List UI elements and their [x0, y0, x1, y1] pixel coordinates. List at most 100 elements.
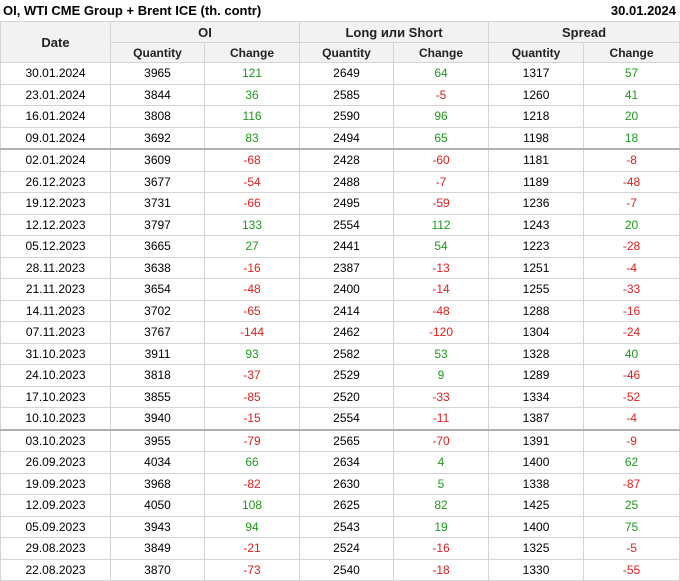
oi-change-cell: 83	[203, 126, 301, 150]
spread-quantity-cell: 1288	[488, 299, 585, 322]
long-short-change-cell: -59	[393, 192, 490, 215]
table-row: 10.10.2023 3940 -15 2554 -11 1387 -4	[0, 407, 680, 430]
spread-quantity-cell: 1330	[488, 558, 585, 581]
oi-quantity-cell: 3665	[110, 235, 205, 258]
oi-change-cell: 93	[203, 342, 301, 365]
table-row: 17.10.2023 3855 -85 2520 -33 1334 -52	[0, 385, 680, 408]
spread-quantity-cell: 1223	[488, 235, 585, 258]
spread-quantity-cell: 1325	[488, 537, 585, 560]
oi-quantity-cell: 3638	[110, 256, 205, 279]
table-row: 26.12.2023 3677 -54 2488 -7 1189 -48	[0, 170, 680, 193]
long-short-quantity-cell: 2630	[299, 472, 395, 495]
spread-quantity-cell: 1317	[488, 62, 585, 85]
date-cell: 14.11.2023	[0, 299, 111, 322]
table-row: 16.01.2024 3808 116 2590 96 1218 20	[0, 105, 680, 128]
date-cell: 10.10.2023	[0, 407, 111, 430]
table-row: 09.01.2024 3692 83 2494 65 1198 18	[0, 126, 680, 150]
table-row: 26.09.2023 4034 66 2634 4 1400 62	[0, 451, 680, 474]
spread-change-cell: -24	[583, 321, 680, 344]
spread-change-cell: 20	[583, 213, 680, 236]
oi-change-cell: 133	[203, 213, 301, 236]
oi-change-cell: -79	[203, 428, 301, 452]
long-short-quantity-cell: 2590	[299, 105, 395, 128]
long-short-change-cell: -18	[393, 558, 490, 581]
oi-change-cell: -37	[203, 364, 301, 387]
oi-quantity-cell: 3818	[110, 364, 205, 387]
long-short-quantity-header: Quantity	[299, 42, 395, 63]
table-row: 28.11.2023 3638 -16 2387 -13 1251 -4	[0, 256, 680, 279]
date-cell: 12.12.2023	[0, 213, 111, 236]
oi-quantity-cell: 3844	[110, 83, 205, 106]
oi-quantity-cell: 3654	[110, 278, 205, 301]
spread-quantity-cell: 1255	[488, 278, 585, 301]
oi-quantity-cell: 3797	[110, 213, 205, 236]
date-cell: 05.09.2023	[0, 515, 111, 538]
oi-change-cell: -82	[203, 472, 301, 495]
long-short-quantity-cell: 2524	[299, 537, 395, 560]
long-short-change-cell: 9	[393, 364, 490, 387]
long-short-quantity-cell: 2625	[299, 494, 395, 517]
oi-quantity-cell: 3677	[110, 170, 205, 193]
date-cell: 16.01.2024	[0, 105, 111, 128]
spread-quantity-cell: 1189	[488, 170, 585, 193]
spread-change-cell: -48	[583, 170, 680, 193]
oi-quantity-cell: 4034	[110, 451, 205, 474]
spread-change-cell: -33	[583, 278, 680, 301]
date-header: Date	[0, 21, 111, 63]
date-cell: 02.01.2024	[0, 148, 111, 172]
long-short-change-cell: -5	[393, 83, 490, 106]
oi-change-cell: -73	[203, 558, 301, 581]
oi-quantity-cell: 3849	[110, 537, 205, 560]
long-short-change-cell: -16	[393, 537, 490, 560]
spread-change-cell: -55	[583, 558, 680, 581]
spread-change-cell: -9	[583, 428, 680, 452]
table-row: 22.08.2023 3870 -73 2540 -18 1330 -55	[0, 558, 680, 581]
table-row: 29.08.2023 3849 -21 2524 -16 1325 -5	[0, 537, 680, 560]
spread-quantity-cell: 1251	[488, 256, 585, 279]
long-short-change-cell: 5	[393, 472, 490, 495]
spread-quantity-cell: 1328	[488, 342, 585, 365]
spread-quantity-cell: 1198	[488, 126, 585, 150]
long-short-quantity-cell: 2462	[299, 321, 395, 344]
date-cell: 22.08.2023	[0, 558, 111, 581]
date-cell: 26.09.2023	[0, 451, 111, 474]
long-short-change-cell: 96	[393, 105, 490, 128]
spread-quantity-cell: 1334	[488, 385, 585, 408]
date-cell: 17.10.2023	[0, 385, 111, 408]
spread-change-cell: 62	[583, 451, 680, 474]
oi-table: Date OI Long или Short Spread Quantity C…	[0, 21, 680, 581]
long-short-quantity-cell: 2529	[299, 364, 395, 387]
long-short-change-cell: -70	[393, 428, 490, 452]
long-short-quantity-cell: 2400	[299, 278, 395, 301]
table-row: 12.09.2023 4050 108 2625 82 1425 25	[0, 494, 680, 517]
long-short-change-cell: -7	[393, 170, 490, 193]
spread-quantity-cell: 1387	[488, 407, 585, 430]
date-cell: 03.10.2023	[0, 428, 111, 452]
oi-quantity-cell: 3911	[110, 342, 205, 365]
long-short-quantity-cell: 2554	[299, 213, 395, 236]
date-cell: 07.11.2023	[0, 321, 111, 344]
spread-change-cell: -87	[583, 472, 680, 495]
spread-quantity-cell: 1260	[488, 83, 585, 106]
date-cell: 23.01.2024	[0, 83, 111, 106]
table-row: 19.09.2023 3968 -82 2630 5 1338 -87	[0, 472, 680, 495]
oi-group-header: OI	[109, 21, 301, 43]
date-cell: 31.10.2023	[0, 342, 111, 365]
spread-change-cell: -28	[583, 235, 680, 258]
long-short-change-cell: -33	[393, 385, 490, 408]
table-row: 24.10.2023 3818 -37 2529 9 1289 -46	[0, 364, 680, 387]
spread-quantity-header: Quantity	[488, 42, 585, 63]
long-short-change-cell: 54	[393, 235, 490, 258]
oi-change-cell: -16	[203, 256, 301, 279]
long-short-group-header: Long или Short	[299, 21, 490, 43]
table-row: 03.10.2023 3955 -79 2565 -70 1391 -9	[0, 428, 680, 452]
long-short-quantity-cell: 2554	[299, 407, 395, 430]
spread-quantity-cell: 1243	[488, 213, 585, 236]
oi-quantity-cell: 3609	[110, 148, 205, 172]
oi-quantity-cell: 3855	[110, 385, 205, 408]
long-short-quantity-cell: 2582	[299, 342, 395, 365]
spread-change-cell: 57	[583, 62, 680, 85]
long-short-change-cell: 64	[393, 62, 490, 85]
table-body: 30.01.2024 3965 121 2649 64 1317 57 23.01.2024 3…	[0, 62, 680, 581]
oi-change-cell: -48	[203, 278, 301, 301]
